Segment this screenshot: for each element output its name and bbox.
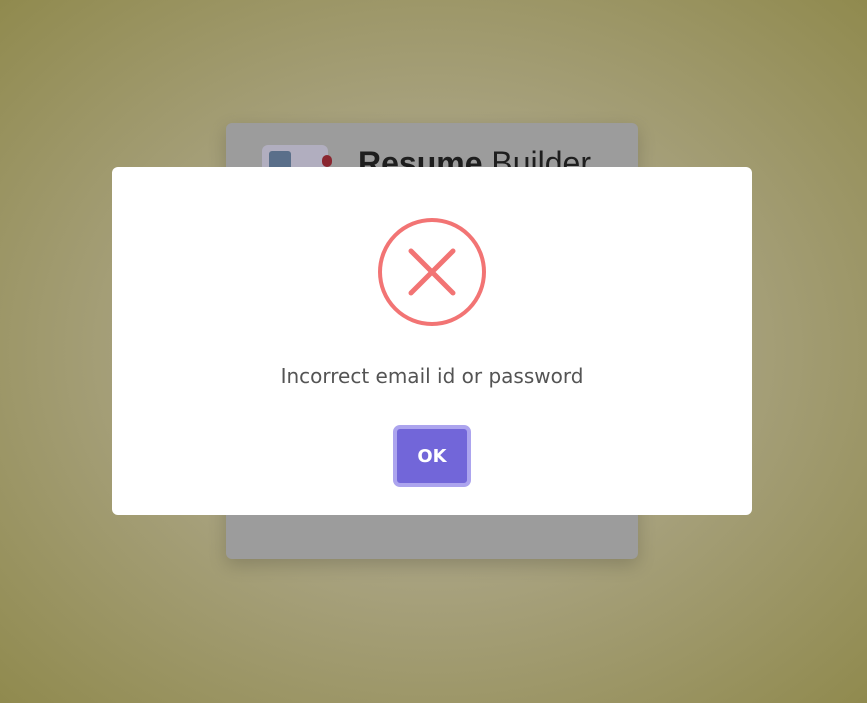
error-x-circle-icon [378,218,486,326]
ok-button[interactable]: OK [393,425,471,487]
pin-icon [322,155,332,167]
error-message: Incorrect email id or password [280,364,584,388]
error-dialog: Incorrect email id or password OK [112,167,752,515]
